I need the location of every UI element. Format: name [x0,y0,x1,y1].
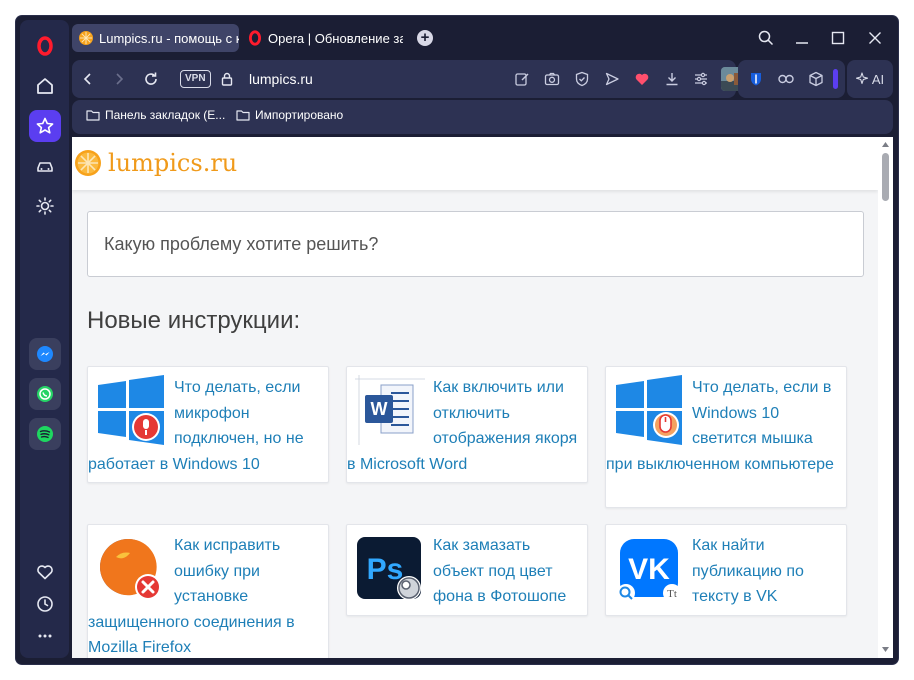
close-window-button[interactable] [865,28,885,48]
search-input[interactable]: Какую проблему хотите решить? [87,211,864,277]
orange-logo-icon[interactable] [74,149,102,177]
whatsapp-icon[interactable] [29,378,61,410]
bookmarks-bar: Панель закладок (E... Импортировано [72,100,893,134]
bookmark-folder-imported[interactable]: Импортировано [236,108,343,122]
scroll-up-icon[interactable] [881,140,890,149]
article-card[interactable]: Что делать, если в Windows 10 светится м… [605,366,847,508]
svg-text:W: W [371,399,388,419]
messenger-icon[interactable] [29,338,61,370]
svg-text:Tt: Tt [667,588,677,600]
accent-indicator [833,69,838,89]
article-card[interactable]: Ps Как замазать объект под цвет фона в Ф… [346,524,588,616]
bookmark-label: Панель закладок (E... [105,108,226,122]
windows-mouse-icon [616,375,682,445]
star-icon[interactable] [29,110,61,142]
tab-opera-update[interactable]: Opera | Обновление завершено [241,24,403,52]
vk-icon: VK Tt [617,539,681,602]
new-tab-button[interactable]: + [417,30,433,46]
bitwarden-icon[interactable] [747,70,765,88]
minimize-button[interactable] [792,28,812,48]
history-icon[interactable] [29,588,61,620]
cube-icon[interactable] [807,70,825,88]
send-icon[interactable] [603,70,621,88]
svg-text:Ps: Ps [367,553,404,586]
vpn-badge[interactable]: VPN [180,70,211,88]
edit-icon[interactable] [513,70,531,88]
web-page: lumpics.ru Какую проблему хотите решить?… [72,137,878,658]
sun-icon[interactable] [29,190,61,222]
heart-icon[interactable] [29,556,61,588]
translate-icon[interactable] [777,70,795,88]
tab-title: Opera | Обновление завершено [268,30,403,46]
ai-button[interactable]: AI [847,60,893,98]
tab-lumpics[interactable]: Lumpics.ru - помощь с компьютером [72,24,239,52]
scroll-down-icon[interactable] [881,645,890,654]
bookmark-folder-panel[interactable]: Панель закладок (E... [86,108,225,122]
extensions-panel [738,60,845,98]
back-icon[interactable] [79,70,97,88]
maximize-button[interactable] [828,28,848,48]
browser-window: Lumpics.ru - помощь с компьютером Opera … [16,16,898,664]
download-icon[interactable] [663,70,681,88]
home-icon[interactable] [29,70,61,102]
article-card[interactable]: W Как включить или отключить отображения… [346,366,588,483]
svg-text:VK: VK [628,553,670,586]
search-tabs-icon[interactable] [756,28,776,48]
article-card[interactable]: Как исправить ошибку при установке защищ… [87,524,329,658]
bookmark-label: Импортировано [255,108,344,122]
site-logo-text[interactable]: lumpics.ru [108,149,237,177]
windows-mic-icon [98,375,164,445]
opera-icon [249,30,261,46]
site-header: lumpics.ru [72,137,878,190]
more-icon[interactable] [29,620,61,652]
sparkle-icon [855,72,868,85]
article-card[interactable]: VK Tt Как найти публикацию по тексту в V… [605,524,847,616]
opera-logo-icon[interactable] [29,30,61,62]
firefox-error-icon [100,538,161,600]
camera-icon[interactable] [543,70,561,88]
word-icon: W [355,375,425,445]
article-card[interactable]: Что делать, если микрофон подключен, но … [87,366,329,483]
forward-icon[interactable] [110,70,128,88]
section-title: Новые инструкции: [87,307,301,334]
spotify-icon[interactable] [29,418,61,450]
shield-icon[interactable] [573,70,591,88]
heart-filled-icon[interactable] [633,70,651,88]
folder-icon [236,110,250,121]
url-text[interactable]: lumpics.ru [249,71,313,87]
reload-icon[interactable] [142,70,160,88]
photoshop-icon: Ps [357,537,421,600]
easy-setup-icon[interactable] [692,70,710,88]
orange-icon [79,31,93,45]
address-bar: VPN lumpics.ru [72,60,745,98]
ai-label: AI [871,71,885,87]
sidebar [20,20,69,658]
page-scrollbar[interactable] [878,137,893,658]
folder-icon [86,110,100,121]
scroll-thumb[interactable] [882,153,889,201]
car-icon[interactable] [29,150,61,182]
tab-title: Lumpics.ru - помощь с компьютером [99,30,239,46]
lock-icon[interactable] [218,70,236,88]
